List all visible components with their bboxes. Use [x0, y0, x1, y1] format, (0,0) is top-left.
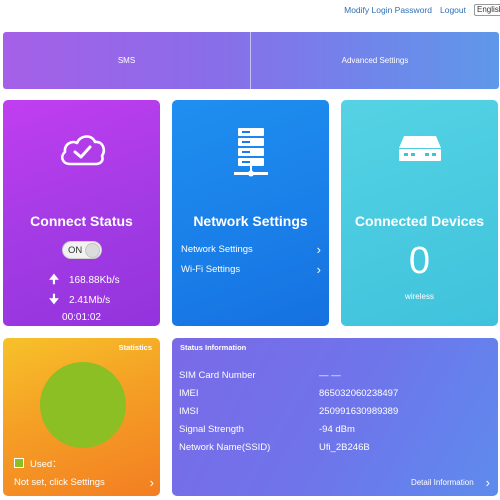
connection-duration: 00:01:02 — [62, 312, 101, 323]
connect-status-title: Connect Status — [30, 213, 133, 229]
chevron-right-icon: › — [316, 262, 321, 277]
top-header: Modify Login Password Logout English — [0, 0, 500, 22]
chevron-right-icon: › — [485, 475, 490, 490]
status-value: — — — [319, 370, 341, 381]
network-settings-link[interactable]: Network Settings › — [181, 242, 321, 258]
brand-logo — [10, 0, 120, 4]
chevron-right-icon: › — [316, 242, 321, 257]
download-rate-value: 2.41Mb/s — [69, 295, 111, 306]
connected-devices-title: Connected Devices — [354, 213, 485, 229]
download-rate: 🠋 2.41Mb/s — [47, 290, 110, 311]
status-label: Signal Strength — [179, 424, 244, 435]
wifi-settings-link[interactable]: Wi-Fi Settings › — [181, 262, 321, 278]
status-information-title: Status Information — [180, 343, 247, 352]
upload-rate-value: 168.88Kb/s — [69, 275, 120, 286]
language-select[interactable]: English — [474, 4, 500, 16]
status-value: 865032060238497 — [319, 388, 399, 399]
download-arrow-icon: 🠋 — [49, 292, 59, 306]
wifi-settings-link-label: Wi-Fi Settings — [181, 264, 241, 275]
upload-arrow-icon: 🠉 — [49, 272, 59, 286]
modify-login-password-link[interactable]: Modify Login Password — [344, 5, 432, 15]
chevron-right-icon: › — [149, 475, 154, 490]
header-links: Modify Login Password Logout English — [344, 4, 500, 16]
statistics-card: Statistics Used： Not set, click Settings… — [3, 338, 160, 496]
toggle-knob — [85, 243, 100, 258]
device-type-label: wireless — [405, 292, 434, 301]
network-settings-link-label: Network Settings — [181, 244, 253, 255]
router-icon — [397, 134, 443, 169]
network-settings-card: Network Settings Network Settings › Wi-F… — [172, 100, 329, 326]
connected-devices-card: Connected Devices 0 wireless — [341, 100, 498, 326]
status-value: 250991630989389 — [319, 406, 399, 417]
legend-swatch — [14, 458, 24, 468]
status-value: -94 dBm — [319, 424, 355, 435]
status-value: Ufi_2B246B — [319, 442, 370, 453]
detail-information-link[interactable]: Detail Information › — [411, 475, 490, 490]
connection-toggle[interactable]: ON — [62, 241, 102, 259]
legend-label: Used： — [30, 459, 62, 470]
network-settings-title: Network Settings — [193, 213, 308, 229]
usage-pie-chart — [40, 362, 126, 448]
usage-legend: Used： — [14, 456, 62, 470]
statistics-title: Statistics — [118, 343, 152, 352]
status-label: SIM Card Number — [179, 370, 256, 381]
nav-advanced-settings[interactable]: Advanced Settings — [251, 32, 499, 89]
upload-rate: 🠉 168.88Kb/s — [47, 270, 120, 291]
nav-bar: SMS Advanced Settings — [3, 32, 499, 89]
statistics-settings-link[interactable]: Not set, click Settings › — [14, 475, 154, 490]
toggle-label: ON — [68, 245, 83, 256]
detail-information-label: Detail Information — [410, 478, 474, 487]
logout-link[interactable]: Logout — [440, 5, 466, 15]
device-count: 0 — [408, 240, 431, 282]
status-label: IMSI — [179, 406, 199, 417]
status-label: Network Name(SSID) — [179, 442, 271, 453]
statistics-settings-label: Not set, click Settings — [14, 477, 105, 488]
server-icon — [233, 126, 268, 183]
connect-status-card: Connect Status ON 🠉 168.88Kb/s 🠋 2.41Mb/… — [3, 100, 160, 326]
status-label: IMEI — [179, 388, 199, 399]
cloud-check-icon — [58, 130, 106, 175]
nav-sms[interactable]: SMS — [3, 32, 251, 89]
status-information-card: Status Information SIM Card Number — — I… — [172, 338, 498, 496]
